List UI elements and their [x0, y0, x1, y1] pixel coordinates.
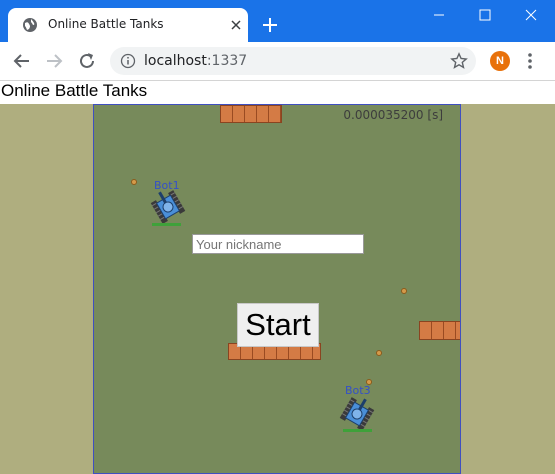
minimize-icon[interactable] — [416, 0, 462, 30]
browser-toolbar: localhost:1337 — [0, 42, 555, 81]
browser-tab[interactable]: Online Battle Tanks — [8, 8, 248, 42]
address-bar[interactable]: localhost:1337 — [110, 47, 476, 75]
brick-wall-top — [220, 105, 282, 123]
back-arrow-icon[interactable] — [11, 50, 33, 72]
new-tab-icon[interactable] — [258, 13, 282, 37]
tab-title: Online Battle Tanks — [48, 17, 164, 31]
url-port: :1337 — [206, 53, 248, 69]
game-timer: 0.000035200 [s] — [343, 108, 443, 122]
bookmark-star-icon[interactable] — [450, 52, 468, 70]
maximize-icon[interactable] — [462, 0, 508, 30]
close-window-icon[interactable] — [508, 0, 554, 30]
tank-icon — [339, 397, 375, 431]
reload-icon[interactable] — [76, 50, 98, 72]
url-text[interactable]: localhost:1337 — [144, 53, 247, 69]
coin-item — [401, 288, 407, 294]
coin-item — [376, 350, 382, 356]
tank-icon — [150, 190, 186, 224]
url-host: localhost — [144, 53, 207, 69]
info-icon[interactable] — [120, 53, 136, 69]
globe-icon — [23, 18, 37, 32]
profile-avatar[interactable]: N — [490, 51, 510, 71]
close-tab-icon[interactable] — [228, 17, 244, 33]
game-arena[interactable]: 0.000035200 [s] Bot1 Bot3 Start — [93, 104, 461, 474]
health-bar — [343, 429, 372, 432]
forward-arrow-icon[interactable] — [43, 50, 65, 72]
page-title: Online Battle Tanks — [1, 81, 148, 100]
browser-titlebar: Online Battle Tanks — [0, 0, 555, 42]
coin-item — [131, 179, 137, 185]
brick-wall-right — [419, 321, 460, 340]
start-button[interactable]: Start — [237, 303, 319, 347]
more-menu-icon[interactable] — [520, 50, 540, 72]
health-bar — [152, 223, 181, 226]
nickname-input[interactable] — [192, 234, 364, 254]
